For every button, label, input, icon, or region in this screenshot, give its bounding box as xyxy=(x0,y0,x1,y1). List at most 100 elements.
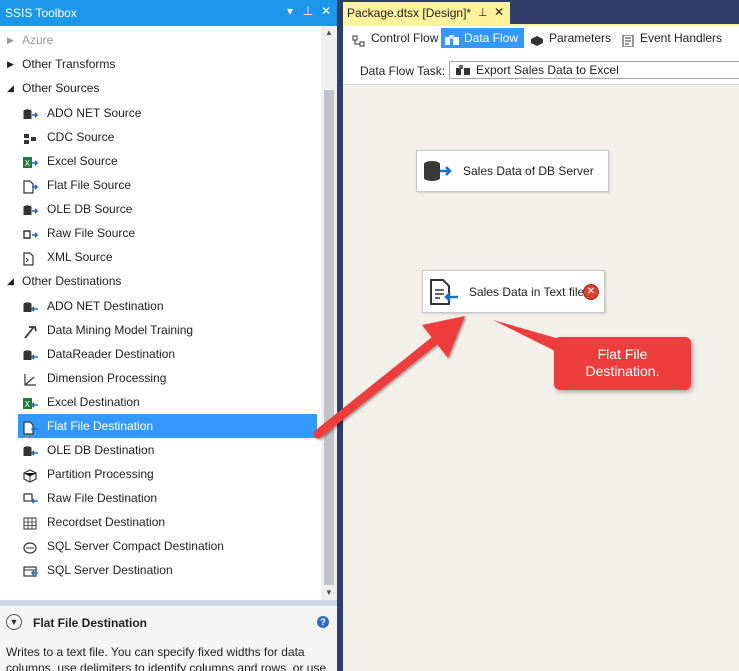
document-pin-icon[interactable]: ⊥ xyxy=(478,6,488,19)
cdc-source-icon xyxy=(23,130,38,144)
raw-file-destination-icon xyxy=(23,491,38,505)
toolbox-item[interactable]: DataReader Destination xyxy=(0,342,321,366)
document-tab-title: Package.dtsx [Design]* xyxy=(347,6,472,20)
toolbox-item[interactable]: Partition Processing xyxy=(0,462,321,486)
data-flow-task-select[interactable]: Export Sales Data to Excel xyxy=(449,61,739,79)
sql-server-destination-icon xyxy=(23,563,38,577)
collapse-chevron-icon[interactable]: ▼ xyxy=(6,614,22,630)
parameters-icon xyxy=(530,33,544,46)
toolbox-item[interactable]: OLE DB Source xyxy=(0,197,321,221)
toolbox-item-label: Data Mining Model Training xyxy=(47,323,194,337)
tab-parameters[interactable]: Parameters xyxy=(530,28,611,48)
designer-tab-bar: Control Flow Data Flow Parameters Event Han… xyxy=(343,26,739,58)
component-label: Sales Data in Text file xyxy=(469,285,585,299)
annotation-arrow xyxy=(313,316,465,439)
data-flow-task-icon xyxy=(456,65,470,75)
sql-compact-destination-icon xyxy=(23,539,38,554)
toolbox-item-label: DataReader Destination xyxy=(47,347,176,361)
toolbox-category[interactable]: ◢ Other Sources xyxy=(0,76,321,100)
toolbox-item[interactable]: ADO NET Destination xyxy=(0,294,321,318)
toolbox-item-label: SQL Server Destination xyxy=(47,563,173,577)
toolbox-item[interactable]: ADO NET Source xyxy=(0,101,321,125)
flat-file-destination-icon xyxy=(23,419,38,435)
document-close-icon[interactable]: ✕ xyxy=(494,5,504,19)
data-mining-icon xyxy=(23,323,38,339)
ado-net-destination-icon xyxy=(23,299,38,313)
ado-net-source-icon xyxy=(23,106,39,120)
toolbox-item[interactable]: CDC Source xyxy=(0,125,321,149)
toolbox-item[interactable]: Flat File Destination xyxy=(18,414,317,438)
toolbox-item-label: Other Sources xyxy=(22,81,100,95)
toolbox-title-bar: SSIS Toolbox ▾ ⊥ ✕ xyxy=(0,0,337,26)
toolbox-item-label: Other Destinations xyxy=(22,274,122,288)
toolbox-item[interactable]: Raw File Source xyxy=(0,221,321,245)
toolbox-info-pane: ▼ Flat File Destination ? Writes to a te… xyxy=(0,606,337,671)
info-title: Flat File Destination xyxy=(33,616,148,630)
data-flow-task-label: Data Flow Task: xyxy=(360,64,446,78)
toolbox-item[interactable]: Data Mining Model Training xyxy=(0,318,321,342)
collapsed-triangle-icon[interactable]: ▶ xyxy=(7,28,14,52)
ssis-toolbox-panel: SSIS Toolbox ▾ ⊥ ✕ ▶ Azure ▶ Other Transfor… xyxy=(0,0,337,671)
toolbox-pin-icon[interactable]: ⊥ xyxy=(302,4,314,18)
partition-processing-icon xyxy=(23,467,38,483)
tab-label: Data Flow xyxy=(464,31,519,45)
toolbox-item-label: OLE DB Source xyxy=(47,202,133,216)
recordset-destination-icon xyxy=(23,515,38,530)
toolbox-item[interactable]: XML Source xyxy=(0,245,321,269)
tab-label: Event Handlers xyxy=(640,31,723,45)
toolbox-item-label: Flat File Source xyxy=(47,178,132,192)
info-description: Writes to a text file. You can specify f… xyxy=(6,645,327,671)
toolbox-item[interactable]: X Excel Destination xyxy=(0,390,321,414)
toolbox-close-icon[interactable]: ✕ xyxy=(320,4,332,18)
datareader-destination-icon xyxy=(23,347,38,361)
toolbox-menu-dropdown-icon[interactable]: ▾ xyxy=(284,4,296,18)
excel-source-icon: X xyxy=(23,154,39,168)
toolbox-category[interactable]: ◢ Other Destinations xyxy=(0,269,321,293)
tab-event-handlers[interactable]: Event Handlers xyxy=(621,28,722,48)
collapsed-triangle-icon[interactable]: ▶ xyxy=(7,52,14,76)
toolbox-item[interactable]: Recordset Destination xyxy=(0,510,321,534)
toolbox-item-label: Partition Processing xyxy=(47,467,154,481)
toolbox-item-label: ADO NET Destination xyxy=(47,299,164,313)
tab-label: Control Flow xyxy=(371,31,439,45)
toolbox-item[interactable]: Dimension Processing xyxy=(0,366,321,390)
toolbox-item-list: ▶ Azure ▶ Other Transforms ◢ Other Sources ADO… xyxy=(0,26,321,600)
component-label: Sales Data of DB Server xyxy=(463,164,594,178)
toolbox-item-label: Other Transforms xyxy=(22,57,116,71)
toolbox-item[interactable]: SQL Server Destination xyxy=(0,558,321,582)
document-tab-package[interactable]: Package.dtsx [Design]* ⊥ ✕ xyxy=(343,2,510,24)
excel-destination-icon: X xyxy=(23,395,38,409)
toolbox-item[interactable]: SQL Server Compact Destination xyxy=(0,534,321,558)
flat-file-source-icon xyxy=(23,178,39,194)
expanded-triangle-icon[interactable]: ◢ xyxy=(7,269,14,293)
db-source-icon xyxy=(424,161,452,181)
toolbox-item-label: Recordset Destination xyxy=(47,515,166,529)
scroll-up-icon[interactable]: ▲ xyxy=(325,28,333,37)
toolbox-item-label: OLE DB Destination xyxy=(47,443,155,457)
toolbox-item-label: XML Source xyxy=(47,250,113,264)
callout-line-1: Flat File xyxy=(597,346,648,362)
toolbox-item[interactable]: X Excel Source xyxy=(0,149,321,173)
toolbox-item[interactable]: Raw File Destination xyxy=(0,486,321,510)
toolbox-item-label: Raw File Source xyxy=(47,226,136,240)
scroll-down-icon[interactable]: ▼ xyxy=(325,588,333,597)
svg-text:X: X xyxy=(25,159,31,168)
tab-control-flow[interactable]: Control Flow xyxy=(352,28,438,48)
ole-db-source-icon xyxy=(23,202,39,216)
toolbox-item-label: Azure xyxy=(22,33,54,47)
toolbox-item[interactable]: OLE DB Destination xyxy=(0,438,321,462)
tab-data-flow[interactable]: Data Flow xyxy=(441,28,525,48)
callout-line-2: Destination. xyxy=(585,363,660,379)
toolbox-category[interactable]: ▶ Other Transforms xyxy=(0,52,321,76)
xml-source-icon xyxy=(23,250,38,266)
expanded-triangle-icon[interactable]: ◢ xyxy=(7,76,14,100)
toolbox-title: SSIS Toolbox xyxy=(5,6,77,20)
component-sales-data-db-server[interactable]: Sales Data of DB Server xyxy=(416,150,609,192)
tab-label: Parameters xyxy=(549,31,612,45)
error-icon[interactable]: ✕ xyxy=(583,284,599,300)
toolbox-item[interactable]: Flat File Source xyxy=(0,173,321,197)
help-icon[interactable]: ? xyxy=(317,616,329,628)
toolbox-item-label: ADO NET Source xyxy=(47,106,142,120)
toolbox-category[interactable]: ▶ Azure xyxy=(0,28,321,52)
raw-file-source-icon xyxy=(23,226,39,240)
